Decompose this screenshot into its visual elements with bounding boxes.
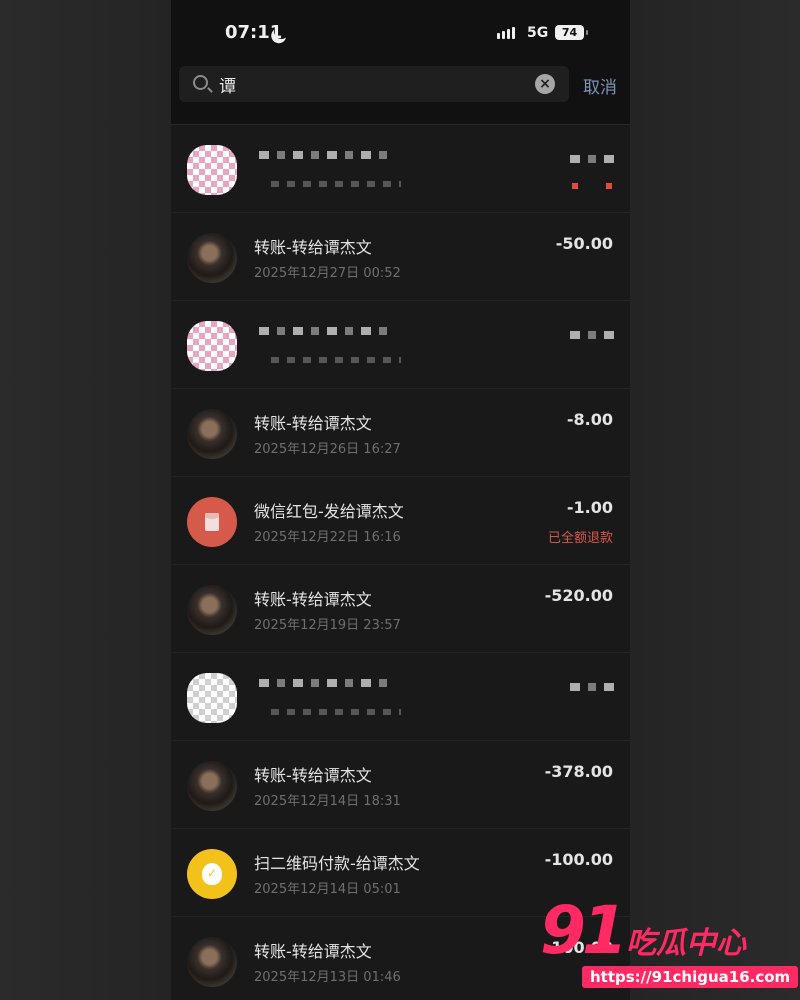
photo-avatar [187, 761, 237, 811]
search-bar: × 取消 [179, 66, 629, 102]
transaction-row[interactable] [171, 652, 630, 740]
signal-icon [497, 27, 515, 39]
transaction-title: 扫二维码付款-给谭杰文 [254, 854, 420, 873]
transaction-row[interactable] [171, 300, 630, 388]
photo-avatar [187, 233, 237, 283]
background-right [629, 0, 800, 1000]
transaction-amount: -520.00 [544, 586, 613, 605]
transaction-row[interactable]: 转账-转给谭杰文 2025年12月19日 23:57 -520.00 [171, 564, 630, 652]
transaction-amount: -50.00 [555, 234, 613, 253]
transaction-row[interactable]: 微信红包-发给谭杰文 2025年12月22日 16:16 -1.00 已全额退款 [171, 476, 630, 564]
redacted-amount [570, 155, 616, 163]
transaction-list: 转账-转给谭杰文 2025年12月27日 00:52 -50.00 转账-转给谭杰文 2… [171, 124, 630, 1000]
transaction-date: 2025年12月14日 05:01 [254, 882, 401, 897]
transaction-date: 2025年12月13日 01:46 [254, 970, 401, 985]
pixel-avatar [187, 321, 237, 371]
transaction-title: 转账-转给谭杰文 [254, 590, 372, 609]
transaction-date: 2025年12月27日 00:52 [254, 266, 401, 281]
redacted-title [259, 327, 389, 335]
refund-status: 已全额退款 [547, 531, 613, 546]
qr-pay-icon [187, 849, 237, 899]
transaction-date: 2025年12月22日 16:16 [254, 530, 401, 545]
transaction-date: 2025年12月26日 16:27 [254, 442, 401, 457]
status-bar: 07:11 5G 74 [171, 0, 630, 62]
pixel-avatar [187, 673, 237, 723]
transaction-title: 转账-转给谭杰文 [254, 942, 372, 961]
redacted-title [259, 679, 389, 687]
transaction-amount: -378.00 [544, 762, 613, 781]
redacted-date [271, 709, 401, 715]
redacted-title [259, 151, 389, 159]
watermark: 91 吃瓜中心 https://91chigua16.com [536, 892, 799, 992]
transaction-date: 2025年12月19日 23:57 [254, 618, 401, 633]
background-left [0, 0, 171, 1000]
pixel-avatar [187, 145, 237, 195]
phone-screen: 07:11 5G 74 × 取消 转账-转给谭杰文 2025年12月27日 00:… [171, 0, 630, 1000]
transaction-title: 微信红包-发给谭杰文 [254, 502, 404, 521]
network-type: 5G [527, 25, 549, 41]
transaction-row[interactable]: 转账-转给谭杰文 2025年12月27日 00:52 -50.00 [171, 212, 630, 300]
photo-avatar [187, 937, 237, 987]
transaction-amount: -1.00 [566, 498, 613, 517]
watermark-name: 吃瓜中心 [626, 926, 746, 961]
redacted-amount [570, 683, 616, 691]
clear-icon[interactable]: × [535, 74, 555, 94]
search-input[interactable] [219, 71, 519, 97]
search-icon [193, 75, 208, 90]
photo-avatar [187, 409, 237, 459]
redacted-date [271, 181, 401, 187]
red-packet-icon [187, 497, 237, 547]
redacted-amount [570, 331, 616, 339]
transaction-row[interactable]: 转账-转给谭杰文 2025年12月26日 16:27 -8.00 [171, 388, 630, 476]
transaction-row[interactable]: 转账-转给谭杰文 2025年12月14日 18:31 -378.00 [171, 740, 630, 828]
cancel-button[interactable]: 取消 [583, 73, 617, 98]
search-box[interactable]: × [179, 66, 569, 102]
watermark-brand: 91 [540, 892, 628, 969]
redacted-status [572, 183, 616, 189]
transaction-row[interactable] [171, 124, 630, 212]
watermark-url: https://91chigua16.com [582, 966, 799, 988]
transaction-amount: -8.00 [566, 410, 613, 429]
transaction-title: 转账-转给谭杰文 [254, 766, 372, 785]
transaction-title: 转账-转给谭杰文 [254, 238, 372, 257]
redacted-date [271, 357, 401, 363]
photo-avatar [187, 585, 237, 635]
battery-icon: 74 [555, 25, 588, 40]
transaction-title: 转账-转给谭杰文 [254, 414, 372, 433]
transaction-date: 2025年12月14日 18:31 [254, 794, 401, 809]
transaction-amount: -100.00 [544, 850, 613, 869]
